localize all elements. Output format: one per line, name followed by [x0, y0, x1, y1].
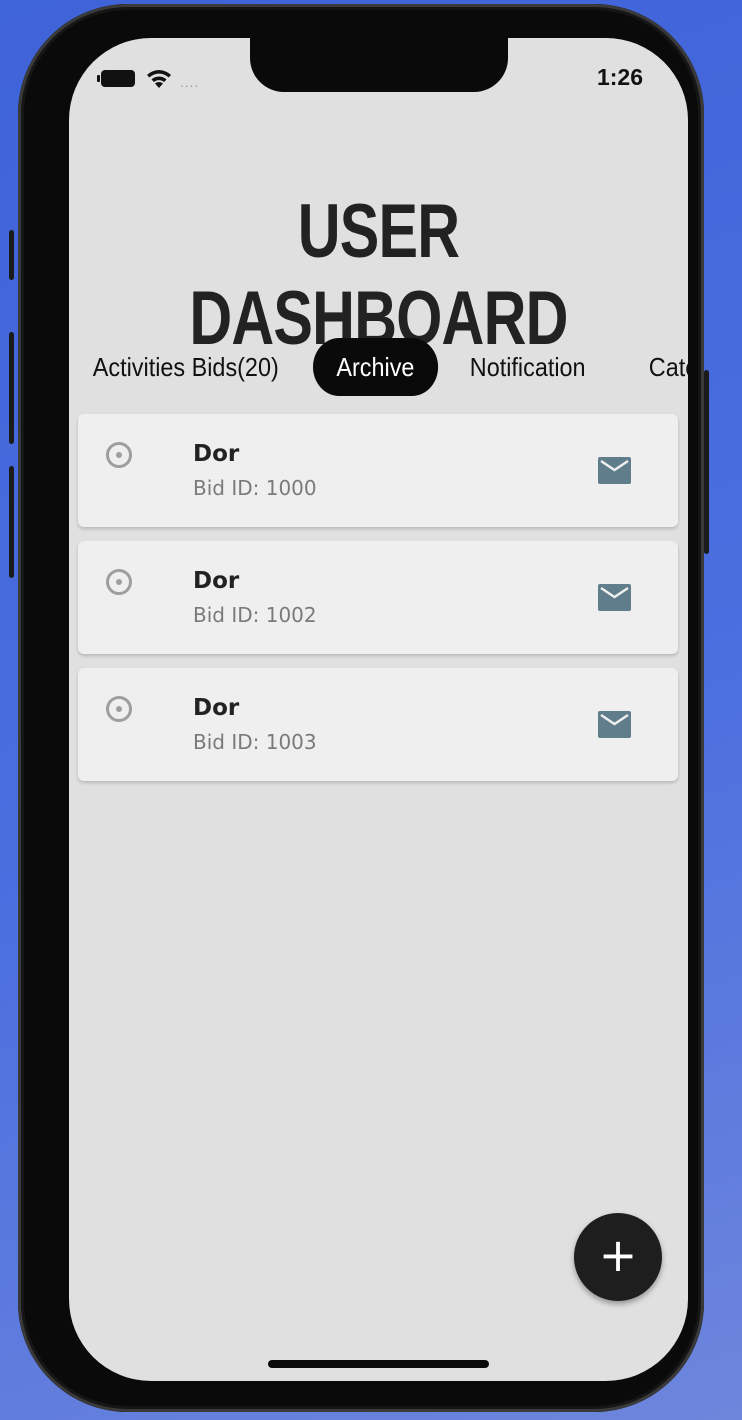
bid-id: Bid ID: 1002 [193, 603, 317, 627]
phone-frame: .... 1:26 User Dashboard Activities Bids… [9, 4, 709, 1412]
radio-button[interactable] [106, 442, 132, 468]
home-indicator[interactable] [268, 1360, 489, 1368]
status-time: 1:26 [596, 64, 643, 90]
side-button [9, 466, 14, 578]
side-button [9, 332, 14, 444]
tab-categories[interactable]: Categories [638, 338, 688, 396]
battery-icon [97, 70, 135, 87]
bid-card[interactable]: Dor Bid ID: 1002 [78, 541, 678, 654]
page-title: User Dashboard [189, 189, 568, 361]
power-button [704, 370, 709, 554]
envelope-icon[interactable] [598, 457, 631, 484]
tab-bar[interactable]: Activities Bids(20) Archive Notification… [69, 338, 688, 396]
radio-button[interactable] [106, 696, 132, 722]
envelope-icon[interactable] [598, 711, 631, 738]
radio-button[interactable] [106, 569, 132, 595]
notch [250, 38, 508, 92]
tab-archive[interactable]: Archive [313, 338, 438, 396]
bid-card[interactable]: Dor Bid ID: 1003 [78, 668, 678, 781]
bid-user-name: Dor [193, 441, 240, 467]
bid-card[interactable]: Dor Bid ID: 1000 [78, 414, 678, 527]
bid-user-name: Dor [193, 568, 240, 594]
app-screen: .... 1:26 User Dashboard Activities Bids… [69, 38, 688, 1381]
tab-notification[interactable]: Notification [459, 338, 596, 396]
bid-id: Bid ID: 1003 [193, 730, 317, 754]
side-button [9, 230, 14, 280]
envelope-icon[interactable] [598, 584, 631, 611]
wifi-icon [147, 70, 171, 88]
tab-activities-bids[interactable]: Activities Bids(20) [82, 338, 290, 396]
bid-id: Bid ID: 1000 [193, 476, 317, 500]
bid-user-name: Dor [193, 695, 240, 721]
cell-signal: .... [180, 76, 200, 90]
add-button[interactable]: + [574, 1213, 662, 1301]
